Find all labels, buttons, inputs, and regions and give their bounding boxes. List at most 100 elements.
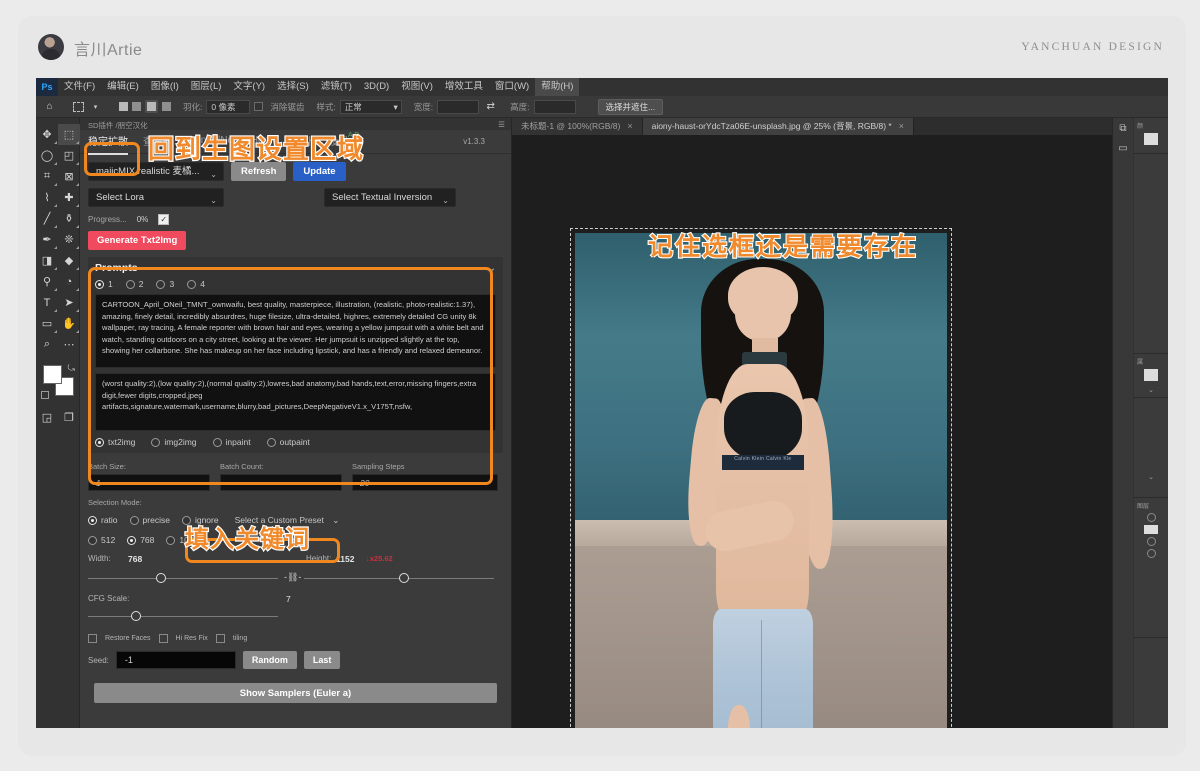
rectangle-tool[interactable]: ▭ <box>36 313 58 334</box>
width-slider-track[interactable] <box>88 578 278 579</box>
menu-item-3d[interactable]: 3D(D) <box>358 78 395 96</box>
layer-thumb[interactable] <box>1144 525 1158 534</box>
menu-item-file[interactable]: 文件(F) <box>58 78 101 96</box>
close-icon[interactable]: × <box>899 118 904 135</box>
healing-brush-tool[interactable]: ✚ <box>58 187 80 208</box>
style-select[interactable]: 正常 ▾ <box>340 100 402 114</box>
cfg-slider-knob[interactable] <box>131 611 141 621</box>
layer-visibility-icon[interactable] <box>1147 513 1156 522</box>
history-panel[interactable]: ⌄ <box>1134 398 1168 498</box>
mode-inpaint[interactable]: inpaint <box>213 437 251 447</box>
menu-item-type[interactable]: 文字(Y) <box>227 78 271 96</box>
batch-count-input[interactable] <box>220 474 342 491</box>
close-icon[interactable]: × <box>627 118 632 135</box>
rectangular-marquee-tool[interactable]: ⬚ <box>58 124 80 145</box>
type-tool[interactable]: T <box>36 292 58 313</box>
negative-prompt-textarea[interactable]: (worst quality:2),(low quality:2),(norma… <box>95 373 496 431</box>
swap-arrows-icon[interactable]: ⇄ <box>483 99 498 114</box>
menu-item-help[interactable]: 帮助(H) <box>535 78 579 96</box>
doc-tab-untitled[interactable]: 未标题-1 @ 100%(RGB/8) × <box>512 118 643 135</box>
antialias-checkbox[interactable] <box>254 102 263 111</box>
sampling-steps-input[interactable]: 20 <box>352 474 498 491</box>
prompt-slot-2[interactable]: 2 <box>126 279 144 289</box>
textual-inversion-select[interactable]: Select Textual Inversion ⌄ <box>324 188 456 207</box>
frame-tool[interactable]: ⊠ <box>58 166 80 187</box>
mode-img2img[interactable]: img2img <box>151 437 196 447</box>
size-preset-512[interactable]: 512 <box>88 535 115 545</box>
menu-item-plugins[interactable]: 增效工具 <box>439 78 489 96</box>
layer-visibility-icon[interactable] <box>1147 549 1156 558</box>
feather-input[interactable]: 0 像素 <box>206 100 250 114</box>
canvas-area[interactable]: Calvin Klein Calvin Kle 记住选框还是需要存在 <box>512 135 1112 728</box>
zoom-tool[interactable]: ⌕ <box>36 334 58 355</box>
restore-faces-checkbox[interactable] <box>88 634 97 643</box>
hand-tool[interactable]: ✋ <box>58 313 80 334</box>
properties-panel[interactable]: 属 ⌄ <box>1134 354 1168 398</box>
clone-stamp-tool[interactable]: ⚱ <box>58 208 80 229</box>
link-dimensions-icon[interactable]: -⛓- <box>284 572 301 583</box>
home-icon[interactable]: ⌂ <box>42 99 57 114</box>
subtract-selection-icon[interactable] <box>145 100 158 113</box>
width-slider-knob[interactable] <box>156 573 166 583</box>
eyedropper-tool[interactable]: ⌇ <box>36 187 58 208</box>
show-samplers-button[interactable]: Show Samplers (Euler a) <box>94 683 497 703</box>
quick-mask-toggle-icon[interactable]: ◲ <box>36 407 58 428</box>
cfg-slider-track[interactable] <box>88 616 278 617</box>
progress-checkbox[interactable]: ✓ <box>158 214 169 225</box>
selection-mode-precise[interactable]: precise <box>130 515 170 525</box>
hires-fix-checkbox[interactable] <box>159 634 168 643</box>
doc-tab-unsplash[interactable]: aiony-haust-orYdcTza06E-unsplash.jpg @ 2… <box>643 118 914 135</box>
pen-tool[interactable]: ◔ <box>58 271 80 292</box>
menu-item-layer[interactable]: 图层(L) <box>185 78 228 96</box>
gradient-tool[interactable]: ◨ <box>36 250 58 271</box>
layer-visibility-icon[interactable] <box>1147 537 1156 546</box>
menu-item-filter[interactable]: 滤镜(T) <box>315 78 358 96</box>
lora-select[interactable]: Select Lora ⌄ <box>88 188 224 207</box>
chevron-down-icon[interactable]: ⌄ <box>1137 471 1165 483</box>
swap-colors-icon[interactable]: ⤿ <box>68 363 76 374</box>
chevron-down-icon[interactable]: ⌄ <box>1137 384 1165 396</box>
menu-item-edit[interactable]: 编辑(E) <box>101 78 145 96</box>
foreground-color-swatch[interactable] <box>43 365 62 384</box>
crop-tool[interactable]: ⌗ <box>36 166 58 187</box>
batch-size-input[interactable]: 1 <box>88 474 210 491</box>
chevron-down-icon[interactable]: ⌄ <box>488 263 496 274</box>
menu-item-select[interactable]: 选择(S) <box>271 78 315 96</box>
default-colors-icon[interactable] <box>41 391 49 399</box>
comments-icon[interactable]: ▭ <box>1113 138 1133 158</box>
width-input[interactable] <box>437 100 479 114</box>
add-selection-icon[interactable] <box>132 102 141 111</box>
tab-stable-diffusion[interactable]: 稳定扩散 <box>88 133 128 150</box>
color-panel[interactable]: 颜 <box>1134 118 1168 154</box>
brush-tool[interactable]: ╱ <box>36 208 58 229</box>
random-seed-button[interactable]: Random <box>243 651 297 669</box>
prompts-header[interactable]: Prompts ⌄ <box>95 262 496 274</box>
more-tools-icon[interactable]: ⋯ <box>58 334 80 355</box>
adjustments-panel[interactable] <box>1134 154 1168 354</box>
last-seed-button[interactable]: Last <box>304 651 341 669</box>
height-slider-knob[interactable] <box>399 573 409 583</box>
menu-item-image[interactable]: 图像(I) <box>145 78 185 96</box>
layers-panel[interactable]: 图层 <box>1134 498 1168 638</box>
path-selection-tool[interactable]: ➤ <box>58 292 80 313</box>
move-tool[interactable]: ✥ <box>36 124 58 145</box>
mode-outpaint[interactable]: outpaint <box>267 437 310 447</box>
rectangular-marquee-icon[interactable] <box>73 102 84 112</box>
selection-mode-ratio[interactable]: ratio <box>88 515 118 525</box>
height-input[interactable] <box>534 100 576 114</box>
prompt-slot-4[interactable]: 4 <box>187 279 205 289</box>
prompt-slot-1[interactable]: 1 <box>95 279 113 289</box>
color-swatch-preview[interactable] <box>1144 133 1158 145</box>
prompt-slot-3[interactable]: 3 <box>156 279 174 289</box>
history-brush-tool[interactable]: ✒ <box>36 229 58 250</box>
size-preset-768[interactable]: 768 <box>127 535 154 545</box>
positive-prompt-textarea[interactable]: CARTOON_April_ONeil_TMNT_ownwaifu, best … <box>95 294 496 368</box>
generate-txt2img-button[interactable]: Generate Txt2Img <box>88 231 186 250</box>
seed-input[interactable]: -1 <box>116 651 236 669</box>
hamburger-menu-icon[interactable]: ☰ <box>498 120 505 130</box>
mode-txt2img[interactable]: txt2img <box>95 437 135 447</box>
chevron-down-icon[interactable]: ▾ <box>88 99 103 114</box>
eraser-tool[interactable]: ❊ <box>58 229 80 250</box>
lasso-tool[interactable]: ◯ <box>36 145 58 166</box>
libraries-icon[interactable]: ⧉ <box>1113 118 1133 138</box>
